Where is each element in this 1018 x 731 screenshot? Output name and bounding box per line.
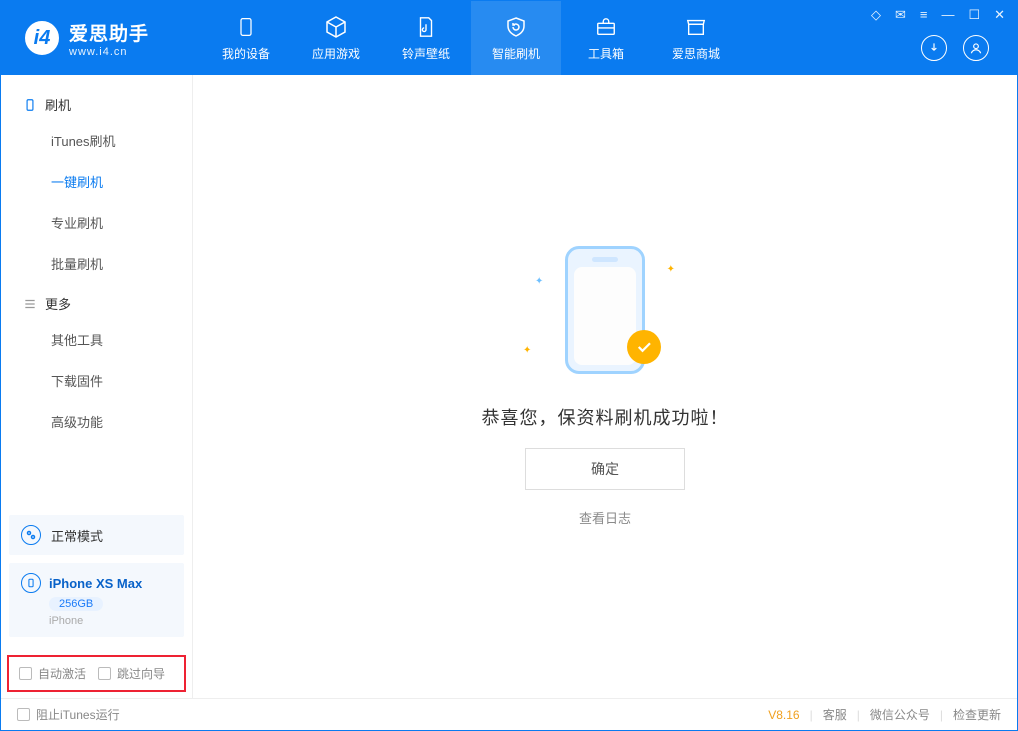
support-link[interactable]: 客服 — [823, 706, 847, 723]
nav-label: 铃声壁纸 — [402, 45, 450, 62]
device-small-icon — [23, 98, 37, 112]
nav-label: 工具箱 — [588, 45, 624, 62]
mode-icon — [21, 525, 41, 545]
checkbox-block-itunes[interactable]: 阻止iTunes运行 — [17, 706, 120, 723]
nav-flash[interactable]: 智能刷机 — [471, 1, 561, 75]
phone-icon — [232, 14, 260, 40]
download-icon[interactable] — [921, 35, 947, 61]
list-icon — [23, 297, 37, 311]
sidebar-item-oneclick-flash[interactable]: 一键刷机 — [1, 161, 192, 202]
sidebar-item-advanced[interactable]: 高级功能 — [1, 401, 192, 442]
nav-my-device[interactable]: 我的设备 — [201, 1, 291, 75]
maximize-icon[interactable]: ☐ — [968, 7, 980, 23]
music-file-icon — [412, 14, 440, 40]
check-badge-icon — [627, 330, 661, 364]
checkbox-icon — [19, 667, 32, 680]
sparkle-icon: ✦ — [523, 345, 531, 356]
sidebar-group-flash: 刷机 — [1, 85, 192, 120]
sidebar-item-pro-flash[interactable]: 专业刷机 — [1, 202, 192, 243]
sidebar: 刷机 iTunes刷机 一键刷机 专业刷机 批量刷机 更多 其他工具 下载固件 … — [1, 75, 193, 698]
view-log-link[interactable]: 查看日志 — [579, 508, 631, 527]
user-icon[interactable] — [963, 35, 989, 61]
skin-icon[interactable]: ◇ — [871, 7, 881, 23]
wechat-link[interactable]: 微信公众号 — [870, 706, 930, 723]
checkbox-icon — [17, 708, 30, 721]
app-name: 爱思助手 — [69, 19, 149, 46]
nav-label: 我的设备 — [222, 45, 270, 62]
refresh-shield-icon — [502, 14, 530, 40]
version-label: V8.16 — [768, 708, 799, 722]
sparkle-icon: ✦ — [667, 264, 675, 275]
options-row: 自动激活 跳过向导 — [7, 655, 186, 692]
sparkle-icon: ✦ — [535, 276, 543, 287]
close-icon[interactable]: ✕ — [994, 7, 1005, 23]
nav-store[interactable]: 爱思商城 — [651, 1, 741, 75]
window-controls: ◇ ✉ ≡ — ☐ ✕ — [871, 7, 1005, 23]
sidebar-group-label: 更多 — [45, 294, 71, 313]
logo-icon: i4 — [25, 21, 59, 55]
sidebar-group-more: 更多 — [1, 284, 192, 319]
mode-label: 正常模式 — [51, 526, 103, 545]
nav-label: 智能刷机 — [492, 45, 540, 62]
device-icon — [21, 573, 41, 593]
nav-label: 爱思商城 — [672, 45, 720, 62]
store-icon — [682, 14, 710, 40]
checkbox-label: 阻止iTunes运行 — [36, 706, 120, 723]
cube-icon — [322, 14, 350, 40]
sidebar-group-label: 刷机 — [45, 95, 71, 114]
checkbox-label: 自动激活 — [38, 665, 86, 682]
device-block[interactable]: iPhone XS Max 256GB iPhone — [9, 563, 184, 637]
checkbox-label: 跳过向导 — [117, 665, 165, 682]
success-message: 恭喜您，保资料刷机成功啦！ — [482, 404, 729, 430]
logo[interactable]: i4 爱思助手 www.i4.cn — [1, 19, 201, 58]
nav-ringtones[interactable]: 铃声壁纸 — [381, 1, 471, 75]
nav-apps[interactable]: 应用游戏 — [291, 1, 381, 75]
main-content: ✦ ✦ ✦ 恭喜您，保资料刷机成功啦！ 确定 查看日志 — [193, 75, 1017, 698]
app-domain: www.i4.cn — [69, 46, 149, 58]
sidebar-item-other-tools[interactable]: 其他工具 — [1, 319, 192, 360]
menu-icon[interactable]: ≡ — [920, 7, 928, 23]
device-capacity: 256GB — [49, 597, 103, 611]
device-name: iPhone XS Max — [49, 576, 142, 591]
statusbar: 阻止iTunes运行 V8.16 | 客服 | 微信公众号 | 检查更新 — [1, 698, 1017, 730]
checkbox-auto-activate[interactable]: 自动激活 — [19, 665, 86, 682]
nav-toolbox[interactable]: 工具箱 — [561, 1, 651, 75]
ok-button[interactable]: 确定 — [525, 448, 685, 490]
feedback-icon[interactable]: ✉ — [895, 7, 906, 23]
header: i4 爱思助手 www.i4.cn 我的设备 应用游戏 铃声壁纸 智能刷机 工具… — [1, 1, 1017, 75]
sidebar-item-itunes-flash[interactable]: iTunes刷机 — [1, 120, 192, 161]
sidebar-item-download-firmware[interactable]: 下载固件 — [1, 360, 192, 401]
success-illustration: ✦ ✦ ✦ — [515, 246, 695, 386]
header-actions — [921, 35, 989, 61]
sidebar-item-batch-flash[interactable]: 批量刷机 — [1, 243, 192, 284]
minimize-icon[interactable]: — — [941, 7, 954, 23]
check-update-link[interactable]: 检查更新 — [953, 706, 1001, 723]
device-type: iPhone — [49, 615, 83, 627]
checkbox-icon — [98, 667, 111, 680]
top-nav: 我的设备 应用游戏 铃声壁纸 智能刷机 工具箱 爱思商城 — [201, 1, 741, 75]
toolbox-icon — [592, 14, 620, 40]
mode-block[interactable]: 正常模式 — [9, 515, 184, 555]
checkbox-skip-guide[interactable]: 跳过向导 — [98, 665, 165, 682]
nav-label: 应用游戏 — [312, 45, 360, 62]
